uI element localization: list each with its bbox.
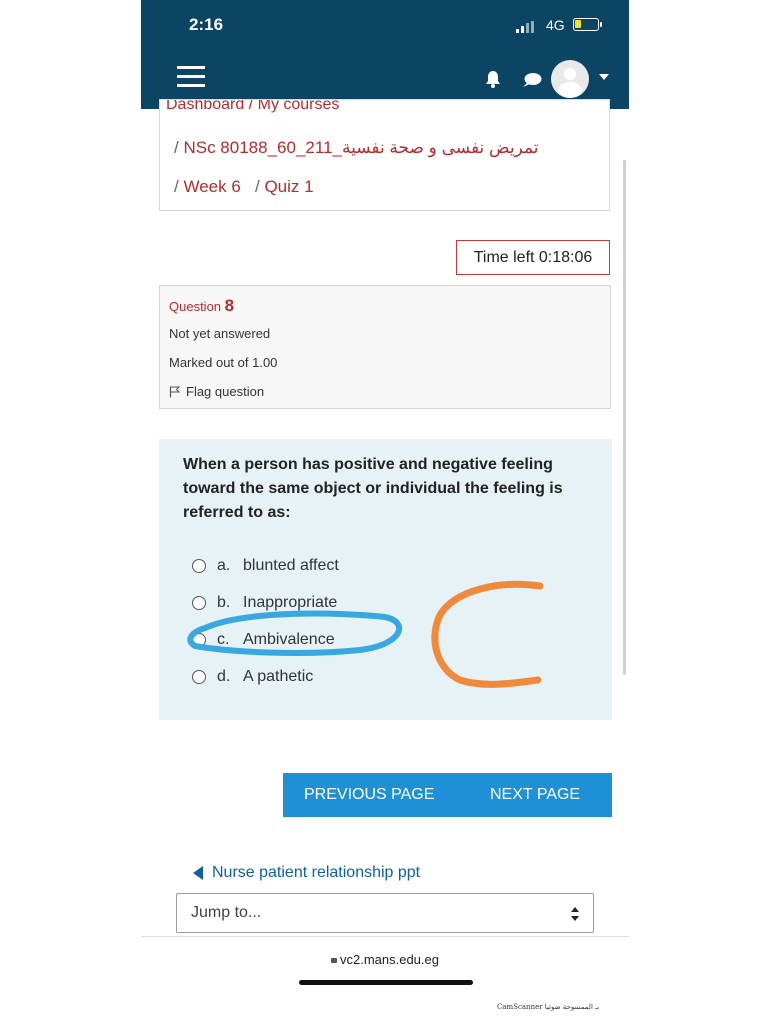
menu-icon[interactable] [177,66,205,88]
breadcrumb-week[interactable]: Week 6 [183,177,240,196]
app-header: 2:16 4G [141,0,629,109]
time-left-badge: Time left 0:18:06 [456,240,610,275]
flag-question-link[interactable]: Flag question [169,384,264,399]
breadcrumb: Dashboard / My courses / تمريض نفسى و صح… [159,99,610,211]
flag-icon [169,386,181,397]
question-marks: Marked out of 1.00 [169,355,278,370]
answer-option-d[interactable]: d. A pathetic [192,668,313,686]
home-indicator[interactable] [299,980,473,985]
question-state: Not yet answered [169,326,271,341]
breadcrumb-course-row: / تمريض نفسى و صحة نفسية_NSc 80188_60_21… [174,138,539,157]
question-info-panel: Question 8 Not yet answered Marked out o… [159,285,611,409]
battery-icon [573,18,602,31]
status-time: 2:16 [189,15,224,34]
breadcrumb-course[interactable]: تمريض نفسى و صحة نفسية_NSc 80188_60_211 [183,138,538,157]
question-number: Question 8 [169,296,235,315]
select-arrows-icon [571,907,579,921]
chat-bubble-icon[interactable] [522,72,542,88]
triangle-left-icon [193,866,203,880]
radio-button[interactable] [192,596,206,610]
answer-option-c[interactable]: c. Ambivalence [192,631,335,649]
answer-option-a[interactable]: a. blunted affect [192,557,339,575]
chevron-down-icon[interactable] [599,74,609,80]
answer-option-b[interactable]: b. Inappropriate [192,594,337,612]
next-page-button[interactable]: NEXT PAGE [490,773,580,817]
lock-icon [330,958,337,963]
breadcrumb-week-row: / Week 6 / Quiz 1 [174,177,314,196]
jump-to-select[interactable]: Jump to... [176,893,594,933]
radio-button[interactable] [192,633,206,647]
page-navigation: PREVIOUS PAGE NEXT PAGE [283,773,612,817]
bell-icon[interactable] [485,70,501,88]
network-type: 4G [546,17,565,33]
breadcrumb-quiz[interactable]: Quiz 1 [264,177,313,196]
question-content: When a person has positive and negative … [159,439,612,720]
previous-page-button[interactable]: PREVIOUS PAGE [304,773,434,817]
question-text: When a person has positive and negative … [183,456,563,521]
browser-divider [141,936,629,937]
radio-button[interactable] [192,559,206,573]
avatar[interactable] [551,60,589,98]
signal-icon [516,21,536,33]
scrollbar[interactable] [623,160,626,675]
previous-activity-link[interactable]: Nurse patient relationship ppt [193,864,420,882]
breadcrumb-partial[interactable]: Dashboard / My courses [166,100,339,114]
phone-screen: 2:16 4G Dashboard / My courses / تمريض ن… [141,0,629,1000]
browser-address[interactable]: vc2.mans.edu.eg [141,950,629,967]
scanner-watermark: CamScanner بـ الممسوحة ضوئيا [497,1003,600,1011]
radio-button[interactable] [192,670,206,684]
